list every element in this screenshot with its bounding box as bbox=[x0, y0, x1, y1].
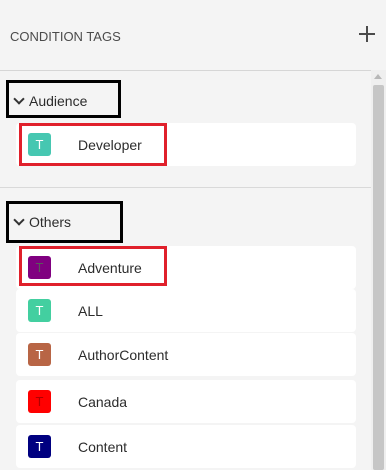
tag-row-content[interactable]: T Content bbox=[16, 425, 356, 468]
tag-color-swatch: T bbox=[28, 133, 51, 156]
tag-label: Content bbox=[78, 439, 128, 455]
chevron-down-icon bbox=[13, 93, 25, 105]
tag-color-swatch: T bbox=[28, 390, 51, 413]
tag-label: ALL bbox=[78, 303, 103, 319]
tag-label: Developer bbox=[78, 137, 142, 153]
tag-row-authorcontent[interactable]: T AuthorContent bbox=[16, 333, 356, 376]
tag-label: AuthorContent bbox=[78, 347, 169, 363]
scroll-up-arrow-icon[interactable] bbox=[374, 74, 382, 79]
tag-row-adventure[interactable]: T Adventure bbox=[16, 246, 356, 289]
group-label: Audience bbox=[29, 93, 88, 109]
group-header-audience[interactable]: Audience bbox=[8, 83, 118, 119]
tag-label: Canada bbox=[78, 394, 128, 410]
group-divider bbox=[0, 187, 371, 188]
tag-row-all[interactable]: T ALL bbox=[16, 289, 356, 332]
tag-row-canada[interactable]: T Canada bbox=[16, 380, 356, 423]
group-label: Others bbox=[29, 214, 72, 230]
tag-label: Adventure bbox=[78, 260, 142, 276]
scroll-thumb[interactable] bbox=[373, 85, 384, 470]
panel-header: CONDITION TAGS bbox=[0, 0, 386, 71]
tag-row-developer[interactable]: T Developer bbox=[16, 123, 356, 166]
tag-color-swatch: T bbox=[28, 343, 51, 366]
chevron-down-icon bbox=[13, 214, 25, 226]
vertical-scrollbar[interactable] bbox=[371, 70, 386, 470]
plus-icon[interactable] bbox=[356, 23, 378, 45]
tag-color-swatch: T bbox=[28, 256, 51, 279]
tag-color-swatch: T bbox=[28, 299, 51, 322]
condition-tags-panel: CONDITION TAGS Audience T Developer Othe… bbox=[0, 0, 386, 470]
tag-color-swatch: T bbox=[28, 435, 51, 458]
panel-title: CONDITION TAGS bbox=[10, 29, 121, 44]
group-header-others[interactable]: Others bbox=[8, 204, 122, 240]
